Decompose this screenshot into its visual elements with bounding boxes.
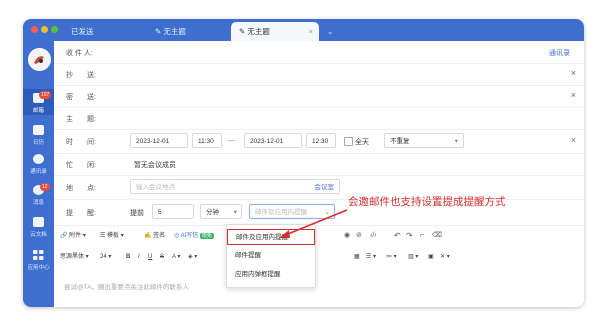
annotation-arrow: [279, 209, 348, 238]
annotation-text: 会邀邮件也支持设置提成提醒方式: [348, 196, 506, 208]
